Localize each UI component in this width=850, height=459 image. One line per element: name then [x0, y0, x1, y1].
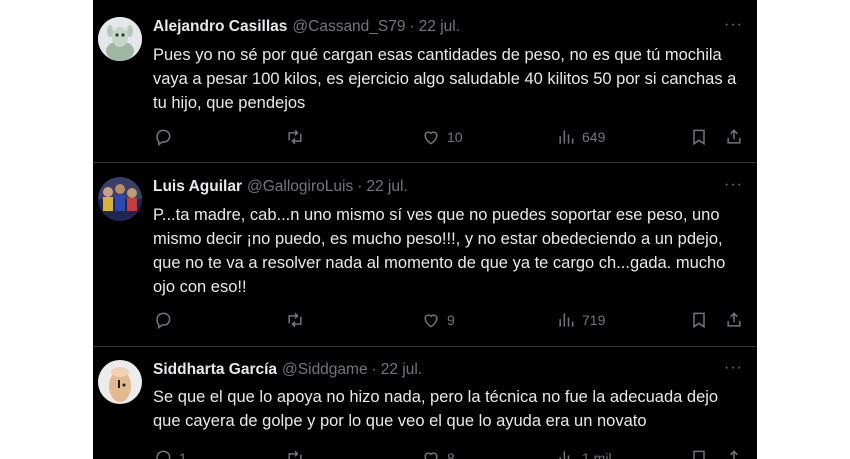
- tweet-actions: 10 649: [153, 125, 751, 149]
- avatar[interactable]: [98, 360, 142, 404]
- retweet-button[interactable]: [285, 125, 311, 149]
- tweet-text: Se que el que lo apoya no hizo nada, per…: [153, 388, 719, 430]
- reply-feed: Alejandro Casillas @Cassand_S79 · 22 jul…: [93, 0, 757, 459]
- user-handle[interactable]: @Cassand_S79: [292, 18, 405, 36]
- reply-count: 1: [179, 450, 187, 459]
- reply-icon: [156, 450, 171, 459]
- avatar[interactable]: [98, 177, 142, 221]
- share-button[interactable]: [724, 125, 744, 149]
- like-button[interactable]: 10: [421, 125, 463, 149]
- avatar[interactable]: [98, 17, 142, 61]
- reply-icon: [156, 129, 171, 146]
- reply-button[interactable]: [153, 308, 179, 332]
- separator-dot: ·: [409, 18, 415, 35]
- retweet-button[interactable]: [285, 446, 311, 459]
- retweet-icon: [288, 129, 302, 145]
- share-icon: [727, 312, 741, 327]
- bookmark-icon: [693, 312, 705, 329]
- reply-button[interactable]: 1: [153, 446, 187, 459]
- more-options-icon[interactable]: ···: [724, 359, 743, 377]
- heart-icon: [424, 452, 438, 459]
- retweet-icon: [288, 450, 302, 459]
- tweet-date[interactable]: 22 jul.: [366, 178, 407, 196]
- user-name[interactable]: Siddharta García: [153, 361, 277, 379]
- reply-tweet[interactable]: Alejandro Casillas @Cassand_S79 · 22 jul…: [93, 0, 757, 163]
- heart-icon: [424, 131, 438, 145]
- retweet-button[interactable]: [285, 308, 311, 332]
- tweet-header: Luis Aguilar @GallogiroLuis · 22 jul.: [153, 177, 745, 197]
- tweet-actions: 9 719: [153, 308, 751, 332]
- tweet-text: Pues yo no sé por qué cargan esas cantid…: [153, 46, 737, 112]
- tweet-header: Siddharta García @Siddgame · 22 jul.: [153, 360, 745, 380]
- bookmark-button[interactable]: [689, 446, 709, 459]
- share-icon: [727, 129, 741, 144]
- user-handle[interactable]: @Siddgame: [282, 361, 368, 379]
- analytics-icon: [559, 130, 574, 144]
- views-count: 719: [582, 312, 606, 328]
- reply-tweet[interactable]: Siddharta García @Siddgame · 22 jul. ···…: [93, 347, 757, 459]
- views-count: 649: [582, 129, 606, 145]
- analytics-icon: [559, 451, 570, 459]
- bookmark-icon: [693, 450, 705, 459]
- like-count: 8: [447, 450, 455, 459]
- tweet-actions: 1 8 1 mil: [153, 446, 751, 459]
- tweet-text: P...ta madre, cab...n uno mismo sí ves q…: [153, 206, 726, 296]
- bookmark-button[interactable]: [689, 308, 709, 332]
- views-button[interactable]: 649: [556, 125, 605, 149]
- share-button[interactable]: [724, 308, 744, 332]
- more-options-icon[interactable]: ···: [724, 176, 743, 194]
- analytics-icon: [559, 313, 574, 327]
- tweet-date[interactable]: 22 jul.: [419, 18, 460, 36]
- user-name[interactable]: Alejandro Casillas: [153, 18, 287, 36]
- share-icon: [727, 450, 741, 459]
- tweet-date[interactable]: 22 jul.: [381, 361, 422, 379]
- views-button[interactable]: 719: [556, 308, 605, 332]
- separator-dot: ·: [371, 361, 377, 378]
- reply-tweet[interactable]: Luis Aguilar @GallogiroLuis · 22 jul. ··…: [93, 163, 757, 347]
- views-count: 1 mil: [582, 450, 612, 459]
- like-count: 10: [447, 129, 463, 145]
- like-button[interactable]: 9: [421, 308, 455, 332]
- like-count: 9: [447, 312, 455, 328]
- tweet-header: Alejandro Casillas @Cassand_S79 · 22 jul…: [153, 17, 745, 37]
- bookmark-icon: [693, 129, 705, 146]
- user-name[interactable]: Luis Aguilar: [153, 178, 242, 196]
- views-button[interactable]: 1 mil: [556, 446, 612, 459]
- heart-icon: [424, 314, 438, 328]
- share-button[interactable]: [724, 446, 744, 459]
- bookmark-button[interactable]: [689, 125, 709, 149]
- reply-button[interactable]: [153, 125, 179, 149]
- user-handle[interactable]: @GallogiroLuis: [247, 178, 353, 196]
- like-button[interactable]: 8: [421, 446, 455, 459]
- more-options-icon[interactable]: ···: [724, 16, 743, 34]
- retweet-icon: [288, 312, 302, 328]
- reply-icon: [156, 312, 171, 329]
- separator-dot: ·: [357, 178, 363, 195]
